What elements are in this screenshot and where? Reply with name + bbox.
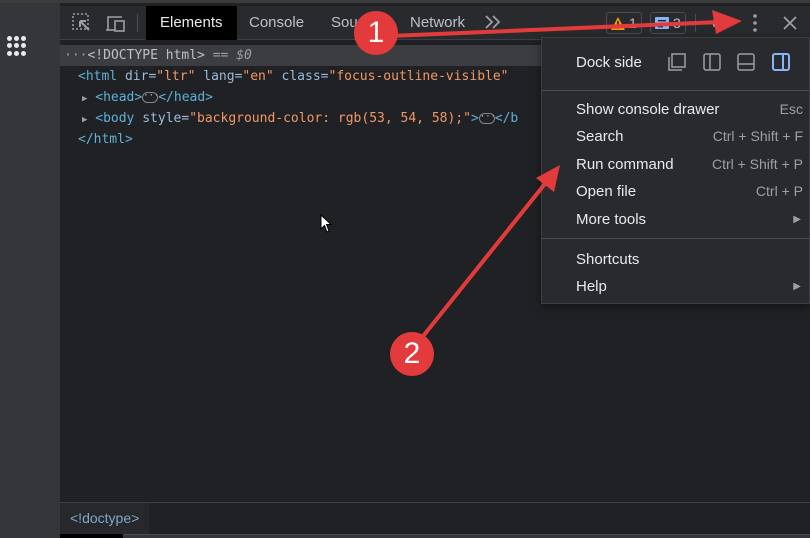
attr-name: class [281,69,321,84]
collapsed-ellipsis[interactable]: ··· [478,113,496,124]
submenu-arrow-icon: ▶ [793,281,801,292]
html-tag: <html [78,69,118,84]
tab-elements[interactable]: Elements [146,6,237,40]
html-close-tag: </html> [78,132,133,147]
bottom-strip [60,534,810,538]
menu-item-run-command[interactable]: Run command Ctrl + Shift + P [542,151,810,178]
menu-item-help[interactable]: Help ▶ [542,273,810,300]
head-open-tag: <head> [95,90,143,105]
node-menu-dots[interactable]: ··· [64,48,87,63]
dom-node-html-close[interactable]: </html> [78,129,133,150]
menu-item-more-tools[interactable]: More tools ▶ [542,206,810,233]
tab-console[interactable]: Console [235,6,318,40]
attr-value: "ltr" [156,69,196,84]
menu-item-label: Search [576,128,624,145]
tag-bracket: > [470,111,479,126]
menu-divider [542,90,810,91]
customize-devtools-menu: Dock side Show console drawer Esc Search… [541,37,810,304]
toolbar-divider [137,14,138,32]
bottom-strip-dark [60,534,123,538]
menu-item-search[interactable]: Search Ctrl + Shift + F [542,123,810,150]
breadcrumb-item[interactable]: <!doctype> [60,503,150,534]
menu-item-shortcut: Ctrl + Shift + P [711,156,803,172]
warnings-badge[interactable]: 1 [606,12,642,34]
messages-badge[interactable]: 3 [650,12,686,34]
device-toolbar-icon[interactable] [104,11,128,35]
messages-count: 3 [673,15,681,31]
attr-name: lang [203,69,235,84]
double-chevron-right-icon [485,15,501,29]
expand-triangle-icon[interactable]: ▶ [82,94,87,104]
kebab-menu-icon[interactable] [743,11,767,35]
annotation-step-1: 1 [354,11,398,55]
warnings-count: 1 [629,15,637,31]
dock-right-icon[interactable] [771,52,791,72]
menu-item-shortcut: Esc [779,101,803,117]
expand-triangle-icon[interactable]: ▶ [82,115,87,125]
collapsed-ellipsis[interactable]: ··· [142,92,159,103]
annotation-step-2: 2 [390,332,434,376]
menu-item-label: Open file [576,183,637,200]
selected-marker: == [204,48,237,63]
attr-value: "focus-outline-visible" [328,69,509,84]
dom-node-html[interactable]: <html dir="ltr" lang="en" class="focus-o… [78,66,509,87]
menu-item-label: More tools [576,211,647,228]
dock-left-icon[interactable] [702,52,722,72]
warning-icon [611,16,625,30]
message-icon [655,16,669,29]
menu-item-label: Shortcuts [576,251,640,268]
body-close-tag: </b [494,111,519,126]
menu-item-label: Show console drawer [576,101,720,118]
dom-node-body[interactable]: ▶ <body style="background-color: rgb(53,… [82,108,518,129]
browser-left-rail [0,0,60,538]
devtools-toolbar: Elements Console Sources Network 1 3 [60,6,810,40]
menu-item-shortcuts[interactable]: Shortcuts [542,246,810,273]
menu-item-shortcut: Ctrl + P [755,183,803,199]
menu-item-label: Run command [576,156,674,173]
close-icon[interactable] [778,11,802,35]
breadcrumb-bar: <!doctype> [60,502,810,534]
dock-bottom-icon[interactable] [736,52,756,72]
dock-side-label: Dock side [576,54,642,71]
menu-divider [542,238,810,239]
body-open-tag: <body [95,111,135,126]
attr-value: "en" [242,69,274,84]
mouse-cursor-icon [320,214,333,233]
attr-name: style [142,111,182,126]
more-tabs-button[interactable] [484,14,502,35]
head-close-tag: </head> [158,90,214,105]
menu-item-shortcut: Ctrl + Shift + F [712,128,803,144]
settings-icon[interactable] [708,11,732,35]
submenu-arrow-icon: ▶ [793,214,801,225]
doctype-text: <!DOCTYPE html> [87,48,205,63]
tab-network[interactable]: Network [396,6,479,40]
dom-node-head[interactable]: ▶ <head>···</head> [82,87,213,108]
attr-name: dir [124,69,149,84]
attr-value: "background-color: rgb(53, 54, 58);" [189,111,471,126]
toolbar-divider [695,14,696,32]
menu-item-open-file[interactable]: Open file Ctrl + P [542,178,810,205]
menu-item-show-console-drawer[interactable]: Show console drawer Esc [542,96,810,123]
undock-icon[interactable] [667,52,687,72]
apps-grid-icon[interactable] [7,36,27,56]
inspect-element-icon[interactable] [70,11,94,35]
console-ref: $0 [236,48,252,63]
menu-item-label: Help [576,278,607,295]
